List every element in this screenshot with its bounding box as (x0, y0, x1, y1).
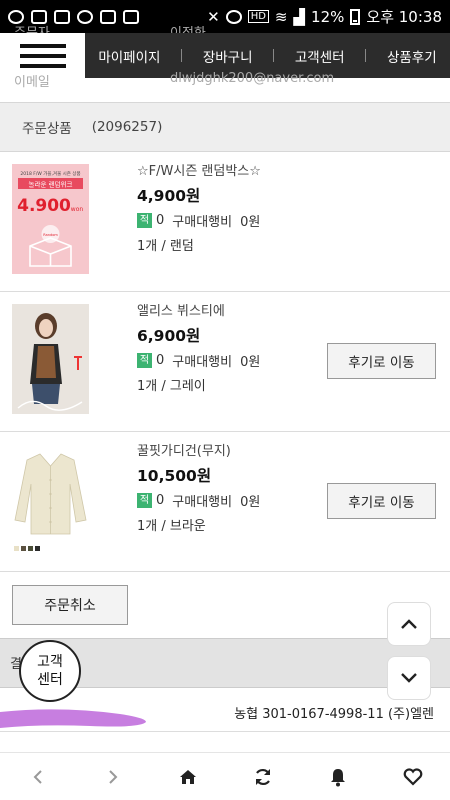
product-thumbnail[interactable] (12, 444, 89, 554)
clock: 오후 10:38 (366, 8, 442, 26)
cs-label-line2: 센터 (37, 672, 63, 688)
chevron-left-icon (33, 769, 42, 784)
mileage-value: 0 (156, 353, 165, 368)
chat-notification-icon (77, 9, 93, 24)
mute-icon: ✕ (207, 7, 220, 26)
nav-reviews[interactable]: 상품후기 (381, 46, 443, 66)
go-to-review-button[interactable]: 후기로 이동 (327, 483, 436, 519)
nav-mypage[interactable]: 마이페이지 (92, 46, 166, 66)
chevron-right-icon (108, 769, 117, 784)
product-name[interactable]: 꿀핏가디건(무지) (137, 440, 260, 459)
points-badge-icon: 적 (137, 213, 152, 228)
thumb-won: won (71, 206, 84, 213)
order-products-header: 주문상품 (2096257) (0, 102, 450, 152)
chevron-down-icon (401, 673, 417, 683)
refresh-button[interactable] (245, 759, 281, 795)
battery-percent: 12% (311, 7, 345, 26)
mileage-row: 적 0 구매대행비 0원 (137, 351, 260, 370)
product-price: 4,900원 (137, 187, 201, 205)
order-item: 앨리스 뷔스티에 6,900원 적 0 구매대행비 0원 1개 / 그레이 후기… (0, 292, 450, 432)
go-to-review-button[interactable]: 후기로 이동 (327, 343, 436, 379)
nav-cart[interactable]: 장바구니 (197, 46, 259, 66)
nav-divider (273, 49, 275, 62)
product-option: 1개 / 브라운 (137, 519, 206, 534)
chevron-up-icon (401, 619, 417, 629)
product-info: ☆F/W시즌 랜덤박스☆ 4,900원 적 0 구매대행비 0원 1개 / 랜덤 (137, 160, 261, 254)
order-item: 2018 F/W 가을,겨울 시즌 상품 놀라운 랜덤위크 4.900 won … (0, 152, 450, 292)
wifi-icon: ≋ (274, 7, 288, 26)
product-info: 꿀핏가디건(무지) 10,500원 적 0 구매대행비 0원 1개 / 브라운 (137, 440, 260, 534)
home-icon (179, 769, 196, 784)
fee-value: 0원 (240, 215, 261, 230)
product-price: 10,500원 (137, 467, 212, 485)
email-value: dlwjdghk200@naver.com (170, 71, 335, 86)
alarm-icon (225, 9, 242, 24)
section-title: 주문상품 (22, 121, 72, 137)
home-button[interactable] (170, 759, 206, 795)
fee-label: 구매대행비 (172, 495, 233, 510)
mileage-row: 적 0 구매대행비 0원 (137, 211, 261, 230)
browser-toolbar (0, 752, 450, 800)
product-info: 앨리스 뷔스티에 6,900원 적 0 구매대행비 0원 1개 / 그레이 (137, 300, 260, 394)
thumb-price: 4.900 (17, 196, 71, 216)
battery-icon (350, 8, 361, 25)
points-badge-icon: 적 (137, 353, 152, 368)
talk-notification-icon (100, 9, 116, 24)
scroll-up-button[interactable] (387, 602, 431, 646)
heart-icon (403, 767, 422, 786)
product-thumbnail[interactable] (12, 304, 89, 414)
refresh-icon (255, 768, 270, 785)
nav-customer-center[interactable]: 고객센터 (289, 46, 351, 66)
order-item: 꿀핏가디건(무지) 10,500원 적 0 구매대행비 0원 1개 / 브라운 … (0, 432, 450, 572)
signal-icon: ▟ (293, 7, 306, 26)
status-bar: ✕ HD ≋ ▟ 12% 오후 10:38 (0, 0, 450, 33)
mileage-row: 적 0 구매대행비 0원 (137, 491, 260, 510)
back-button[interactable] (20, 759, 56, 795)
fee-value: 0원 (240, 495, 261, 510)
product-thumbnail[interactable]: 2018 F/W 가을,겨울 시즌 상품 놀라운 랜덤위크 4.900 won … (12, 164, 89, 274)
forward-button[interactable] (95, 759, 131, 795)
product-option: 1개 / 랜덤 (137, 239, 194, 254)
mileage-value: 0 (156, 213, 165, 228)
fee-label: 구매대행비 (172, 355, 233, 370)
product-name[interactable]: 앨리스 뷔스티에 (137, 300, 260, 319)
mileage-value: 0 (156, 493, 165, 508)
nav-divider (365, 49, 367, 62)
fee-label: 구매대행비 (172, 215, 233, 230)
fee-value: 0원 (240, 355, 261, 370)
order-number: (2096257) (91, 119, 163, 135)
thumb-box-label: Random (43, 233, 58, 237)
points-badge-icon: 적 (137, 493, 152, 508)
nav-divider (181, 49, 183, 62)
product-price: 6,900원 (137, 327, 201, 345)
image-notification-icon (54, 9, 70, 24)
thumb-headline: 놀라운 랜덤위크 (29, 180, 73, 189)
hd-icon: HD (247, 10, 269, 23)
email-label: 이메일 (14, 75, 50, 90)
wishlist-button[interactable] (395, 759, 431, 795)
thumb-caption: 2018 F/W 가을,겨울 시즌 상품 (20, 170, 80, 177)
product-name[interactable]: ☆F/W시즌 랜덤박스☆ (137, 160, 261, 179)
clipboard-notification-icon (123, 9, 139, 24)
cancel-order-button[interactable]: 주문취소 (12, 585, 128, 625)
bell-icon (330, 768, 345, 786)
product-option: 1개 / 그레이 (137, 379, 206, 394)
cs-label-line1: 고객 (37, 654, 63, 670)
notifications-button[interactable] (320, 759, 356, 795)
bank-account: 농협 301-0167-4998-11 (주)엘렌 (234, 707, 434, 722)
redaction-scribble (0, 709, 146, 728)
